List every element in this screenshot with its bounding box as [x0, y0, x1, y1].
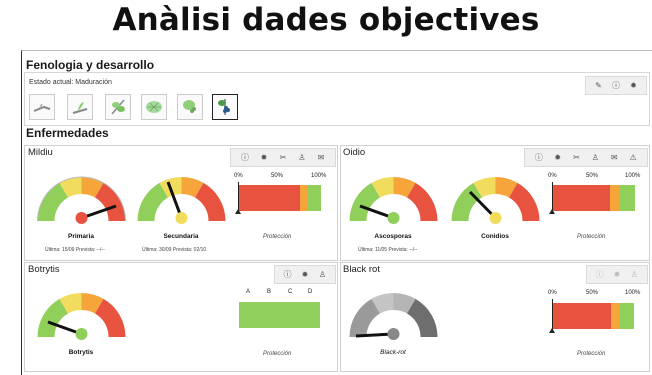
stage-icon-5[interactable]	[177, 94, 203, 120]
gauge-label-botrytis: Botrytis	[68, 349, 94, 356]
fenologia-state: Estado actual: Maduración	[29, 79, 112, 86]
blackrot-marker	[549, 328, 555, 333]
protection-orange-segment	[611, 303, 620, 329]
sprayer-icon[interactable]: ♙	[297, 153, 307, 163]
blackrot-toolbar: ⓘ ✹ ♙	[586, 265, 648, 284]
pct-50: 50%	[271, 173, 284, 179]
mildiu-protection-label: Protección	[263, 234, 292, 240]
mildiu-toolbar: ⓘ ✹ ✂ ♙ ✉	[230, 148, 336, 167]
gauge-label-ascosporas: Ascosporas	[374, 233, 412, 240]
oidio-title: Oidio	[343, 147, 366, 158]
gear-icon[interactable]: ✹	[612, 270, 622, 280]
info-icon[interactable]: ⓘ	[611, 81, 621, 91]
blackrot-title: Black rot	[343, 264, 380, 275]
gauge-label-blackrot: Black-rot	[380, 349, 406, 356]
pct-0: 0%	[234, 173, 243, 179]
stage-icon-maduracion[interactable]	[212, 94, 238, 120]
botrytis-title: Botrytis	[28, 264, 60, 275]
gear-icon[interactable]: ✹	[629, 81, 639, 91]
protection-orange-segment	[610, 185, 619, 211]
stage-icon-2[interactable]	[67, 94, 93, 120]
info-icon[interactable]: ⓘ	[283, 270, 293, 280]
abcd-label-c: C	[288, 289, 293, 295]
oidio-protection-bar	[553, 185, 635, 211]
tools-icon[interactable]: ✂	[278, 153, 288, 163]
gauge-label-conidios: Conidios	[481, 233, 509, 240]
gauge-sub-primaria: Última: 15/09 Prevista: --/--	[45, 247, 105, 253]
pct-100: 100%	[625, 173, 641, 179]
enfermedades-title: Enfermedades	[26, 126, 109, 140]
warning-icon[interactable]: ⚠	[628, 153, 638, 163]
pct-50: 50%	[586, 173, 599, 179]
gauge-label-secundaria: Secundaria	[163, 233, 199, 240]
sprayer-icon[interactable]: ♙	[318, 270, 328, 280]
gauge-primaria	[37, 176, 126, 224]
protection-green-segment	[618, 185, 635, 211]
sprayer-icon[interactable]: ♙	[590, 153, 600, 163]
pct-0: 0%	[548, 173, 557, 179]
info-icon[interactable]: ⓘ	[595, 270, 605, 280]
protection-red-segment	[553, 303, 612, 329]
protection-orange-segment	[299, 185, 308, 211]
abcd-label-b: B	[267, 289, 272, 295]
report-icon[interactable]: ✉	[609, 153, 619, 163]
pct-50: 50%	[586, 290, 599, 296]
gauge-sub-secundaria: Última: 30/09 Prevista: 02/10	[142, 247, 207, 253]
gear-icon[interactable]: ✹	[259, 153, 269, 163]
gear-icon[interactable]: ✹	[300, 270, 310, 280]
gauge-sub-ascosporas: Última: 11/05 Prevista: --/--	[358, 247, 418, 253]
protection-red-segment	[553, 185, 611, 211]
gauge-blackrot	[349, 293, 438, 340]
tools-icon[interactable]: ✂	[572, 153, 582, 163]
blackrot-protection-label: Protección	[577, 351, 606, 357]
fenologia-toolbar: ✎ ⓘ ✹	[585, 76, 647, 95]
pct-100: 100%	[311, 173, 327, 179]
oidio-protection-label: Protección	[577, 234, 606, 240]
pencil-icon[interactable]: ✎	[594, 81, 604, 91]
fenologia-title: Fenologia y desarrollo	[26, 58, 155, 72]
pct-0: 0%	[548, 290, 557, 296]
mildiu-title: Mildiu	[28, 147, 53, 158]
abcd-label-a: A	[246, 289, 251, 295]
stage-icon-4[interactable]	[141, 94, 167, 120]
sprayer-icon[interactable]: ♙	[630, 270, 640, 280]
gauge-ascosporas	[349, 177, 438, 224]
gauge-label-primaria: Primaria	[67, 233, 95, 240]
gauge-conidios	[451, 177, 540, 224]
mildiu-marker	[235, 209, 241, 214]
blackrot-protection-bar	[553, 303, 634, 329]
gauge-secundaria	[137, 177, 226, 224]
abcd-label-d: D	[308, 289, 313, 295]
botrytis-protection-label: Protección	[263, 351, 292, 357]
botrytis-toolbar: ⓘ ✹ ♙	[274, 265, 336, 284]
botrytis-protection-bar	[239, 302, 320, 328]
protection-green-segment	[307, 185, 321, 211]
pct-100: 100%	[625, 290, 641, 296]
protection-red-segment	[239, 185, 300, 211]
mildiu-protection-bar	[239, 185, 321, 211]
gauge-botrytis	[37, 293, 126, 340]
stage-icon-3[interactable]	[105, 94, 131, 120]
report-icon[interactable]: ✉	[316, 153, 326, 163]
info-icon[interactable]: ⓘ	[240, 153, 250, 163]
protection-green-segment	[619, 303, 634, 329]
stage-icon-1[interactable]	[29, 94, 55, 120]
oidio-marker	[549, 209, 555, 214]
info-icon[interactable]: ⓘ	[534, 153, 544, 163]
slide-title: Anàlisi dades objectives	[112, 2, 540, 38]
gear-icon[interactable]: ✹	[553, 153, 563, 163]
oidio-toolbar: ⓘ ✹ ✂ ♙ ✉ ⚠	[524, 148, 648, 167]
